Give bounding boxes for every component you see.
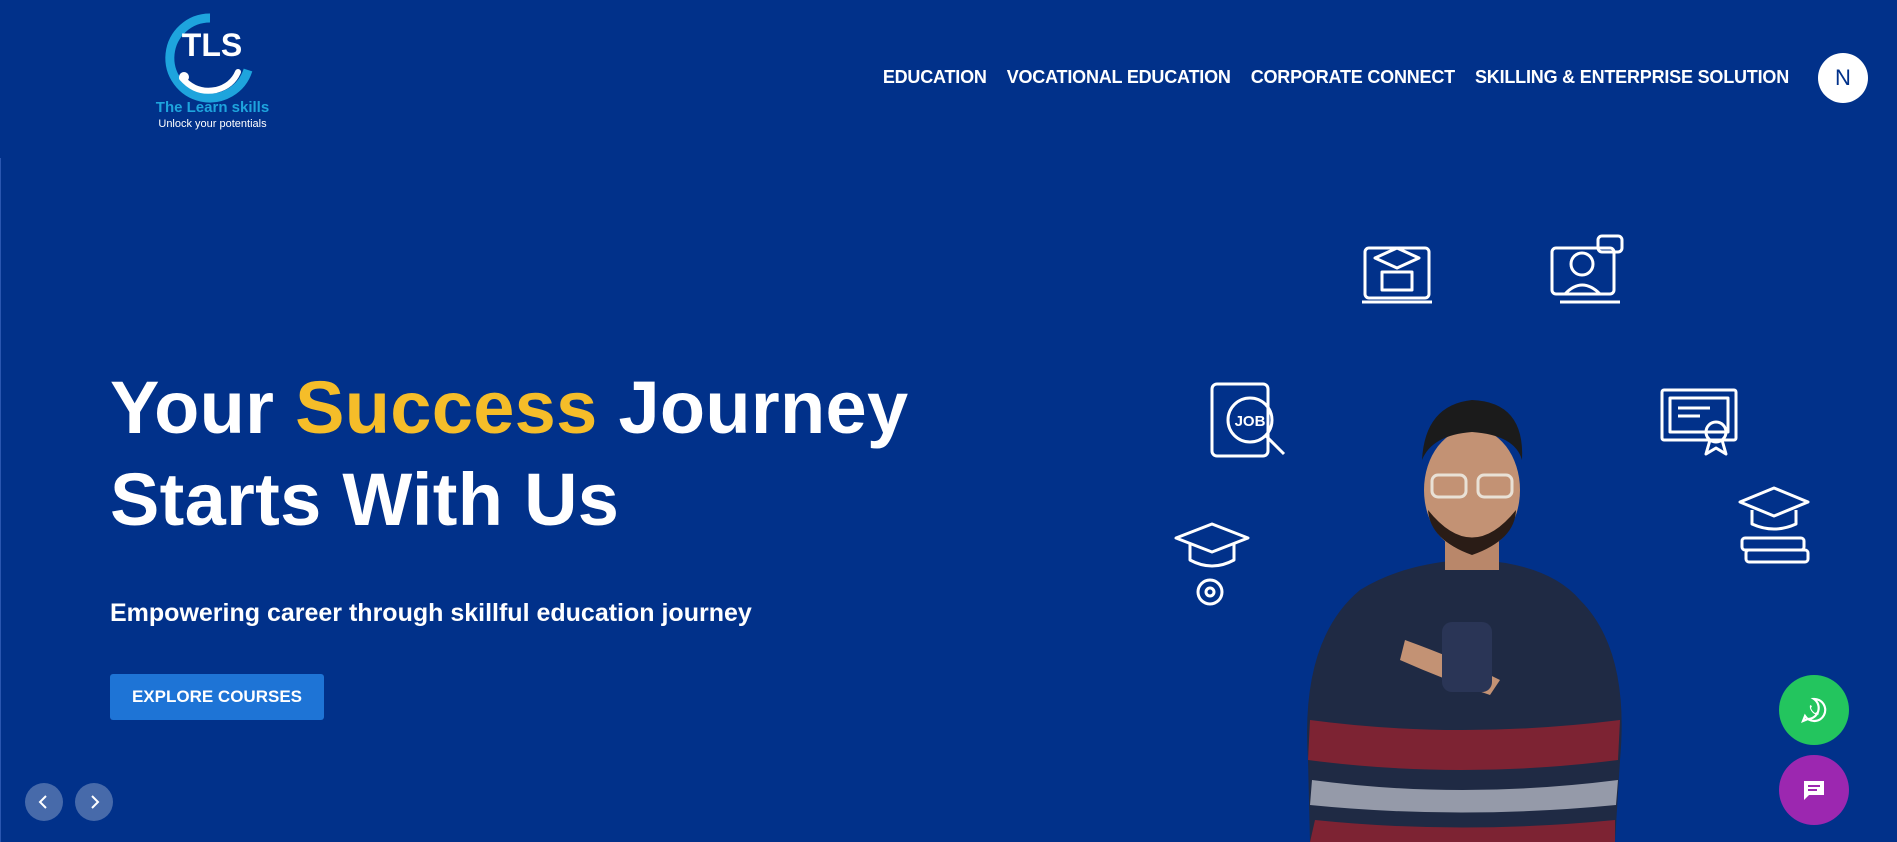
hero-title-part2: Journey xyxy=(597,366,909,449)
chevron-right-icon xyxy=(91,795,100,809)
job-search-icon: JOB xyxy=(1210,382,1286,458)
brand-logo[interactable]: TLS The Learn skills Unlock your potenti… xyxy=(150,8,275,133)
brand-name: The Learn skills xyxy=(155,99,270,116)
whatsapp-button[interactable] xyxy=(1779,675,1849,745)
site-header: TLS The Learn skills Unlock your potenti… xyxy=(0,0,1897,158)
hero-illustration: JOB xyxy=(1174,234,1810,842)
hero-title-line2: Starts With Us xyxy=(110,458,620,541)
chevron-left-icon xyxy=(38,795,47,809)
hero-title-accent: Success xyxy=(295,366,598,449)
job-icon-label: JOB xyxy=(1235,413,1266,430)
student-photo xyxy=(1307,400,1622,842)
hero-subtitle: Empowering career through skillful educa… xyxy=(110,599,752,627)
certificate-icon xyxy=(1660,388,1738,456)
whatsapp-icon xyxy=(1801,697,1827,723)
graduation-cap-gear-icon xyxy=(1174,522,1250,606)
nav-item-vocational-education[interactable]: VOCATIONAL EDUCATION xyxy=(1007,67,1231,88)
hero-title: Your Success Journey Starts With Us xyxy=(110,362,908,546)
chat-button[interactable] xyxy=(1779,755,1849,825)
nav-item-corporate-connect[interactable]: CORPORATE CONNECT xyxy=(1251,67,1455,88)
chat-icon xyxy=(1804,781,1824,800)
carousel-next-button[interactable] xyxy=(75,783,113,821)
online-tutor-icon xyxy=(1550,234,1624,304)
main-nav: EDUCATION VOCATIONAL EDUCATION CORPORATE… xyxy=(883,67,1789,88)
explore-courses-button[interactable]: EXPLORE COURSES xyxy=(110,674,324,720)
carousel-prev-button[interactable] xyxy=(25,783,63,821)
hero-title-part1: Your xyxy=(110,366,296,449)
user-avatar[interactable]: N xyxy=(1818,53,1868,103)
laptop-graduation-icon xyxy=(1362,246,1432,304)
nav-item-skilling-enterprise-solution[interactable]: SKILLING & ENTERPRISE SOLUTION xyxy=(1475,67,1789,88)
left-edge-divider xyxy=(0,158,1,842)
tls-logo-icon: TLS xyxy=(165,13,253,103)
logo-mark-text: TLS xyxy=(182,27,242,63)
nav-item-education[interactable]: EDUCATION xyxy=(883,67,987,88)
brand-tagline: Unlock your potentials xyxy=(158,118,267,130)
cap-and-books-icon xyxy=(1738,486,1810,564)
